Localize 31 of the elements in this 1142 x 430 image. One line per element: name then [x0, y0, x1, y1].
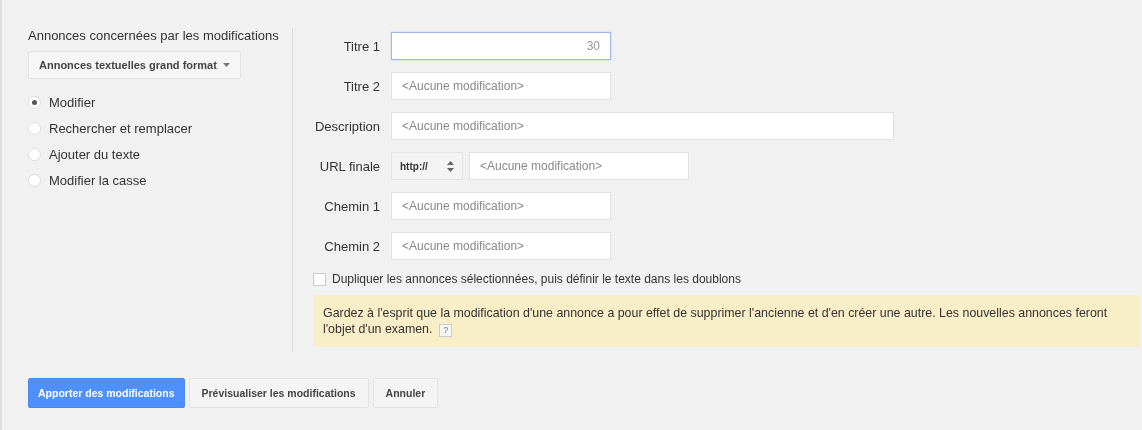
- character-counter: 30: [586, 39, 600, 53]
- text-field[interactable]: <Aucune modification>: [391, 192, 611, 220]
- checkbox[interactable]: [313, 272, 326, 286]
- radio-button[interactable]: [28, 122, 41, 135]
- text-field[interactable]: <Aucune modification>: [391, 72, 611, 100]
- radio-label: Rechercher et remplacer: [49, 121, 193, 136]
- field-label: Titre 2: [342, 78, 380, 94]
- text-field[interactable]: <Aucune modification>: [391, 232, 611, 260]
- field-label: Description: [313, 118, 380, 134]
- radio-button[interactable]: [28, 174, 41, 187]
- field-label: URL finale: [318, 158, 380, 174]
- up-down-icon: [447, 160, 454, 172]
- radio-button[interactable]: [28, 148, 41, 161]
- radio-label: Modifier la casse: [49, 173, 147, 188]
- protocol-select[interactable]: http://: [391, 152, 463, 180]
- checkbox-label: Dupliquer les annonces sélectionnées, puis définir le texte dans les doublons: [332, 272, 741, 286]
- help-icon[interactable]: ?: [439, 324, 453, 337]
- radio-label: Modifier: [49, 95, 96, 110]
- field-label: Chemin 1: [323, 198, 380, 214]
- text-field[interactable]: <Aucune modification>: [391, 112, 894, 140]
- ad-type-dropdown[interactable]: Annonces textuelles grand format: [28, 51, 241, 79]
- action-button[interactable]: Prévisualiser les modifications: [188, 378, 369, 408]
- action-button[interactable]: Annuler: [372, 378, 439, 408]
- url-field[interactable]: <Aucune modification>: [469, 152, 689, 180]
- radio-label: Ajouter du texte: [49, 147, 141, 162]
- caret-icon: [222, 63, 230, 67]
- field-label: Chemin 2: [323, 238, 380, 254]
- section-title: Annonces concernées par les modifications: [28, 28, 279, 43]
- field-label: Titre 1: [342, 38, 380, 54]
- notice-text: Gardez à l'esprit que la modification d'une annonce a pour effet de supprimer l'ancienne et d'en créer une autre. Les nouvelles annonces feront l'objet d'un examen. ?: [323, 305, 1109, 337]
- radio-button[interactable]: [28, 96, 41, 109]
